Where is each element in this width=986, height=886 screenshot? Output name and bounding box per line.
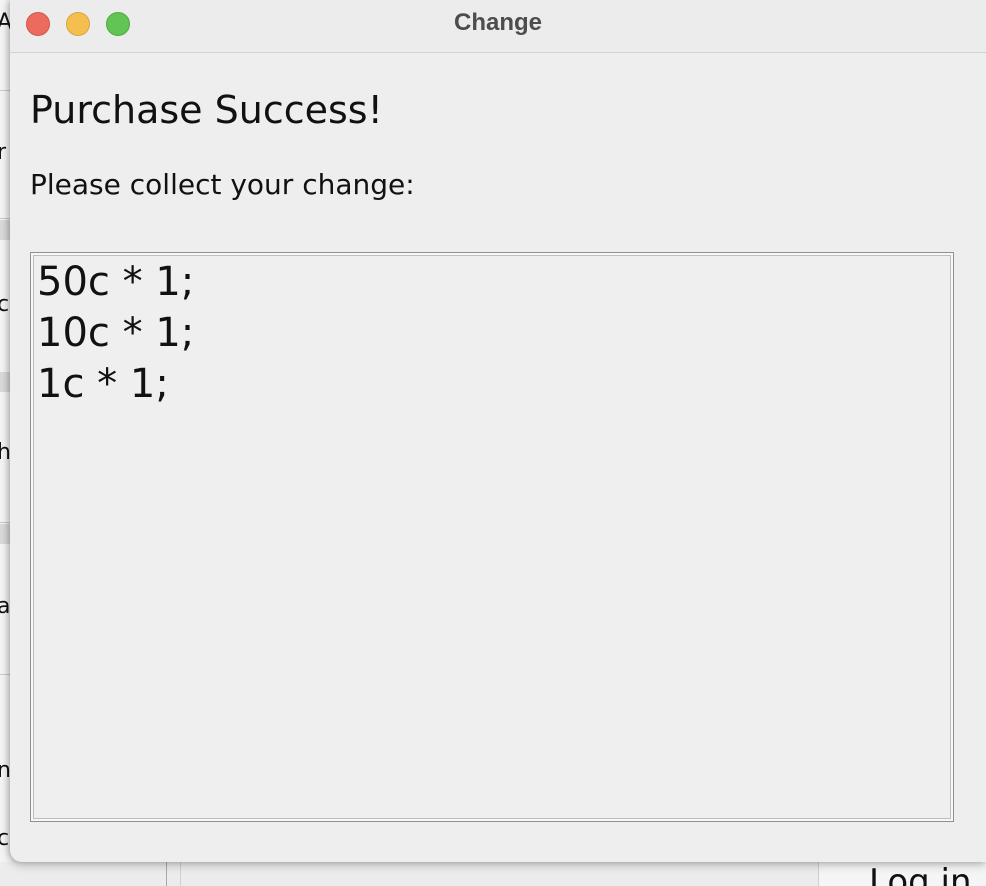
change-dialog: Change Purchase Success! Please collect … xyxy=(10,0,986,862)
background-clipped-text: c xyxy=(0,292,10,317)
change-line: 10c * 1; xyxy=(37,310,195,356)
background-footer-divider xyxy=(180,862,181,886)
background-clipped-text: r xyxy=(0,140,7,165)
collect-change-label: Please collect your change: xyxy=(30,168,415,201)
purchase-success-heading: Purchase Success! xyxy=(30,88,383,132)
login-button[interactable]: Log in xyxy=(869,862,972,886)
window-title: Change xyxy=(453,9,542,36)
change-line: 50c * 1; xyxy=(37,259,195,305)
change-line: 1c * 1; xyxy=(37,361,169,407)
background-footer-divider xyxy=(166,862,167,886)
background-clipped-text: a xyxy=(0,594,11,619)
title-bar[interactable]: Change xyxy=(10,0,986,53)
background-login-panel: Log in xyxy=(818,860,986,886)
change-text-area[interactable]: 50c * 1; 10c * 1; 1c * 1; xyxy=(30,252,954,822)
background-clipped-text: c xyxy=(0,826,10,851)
